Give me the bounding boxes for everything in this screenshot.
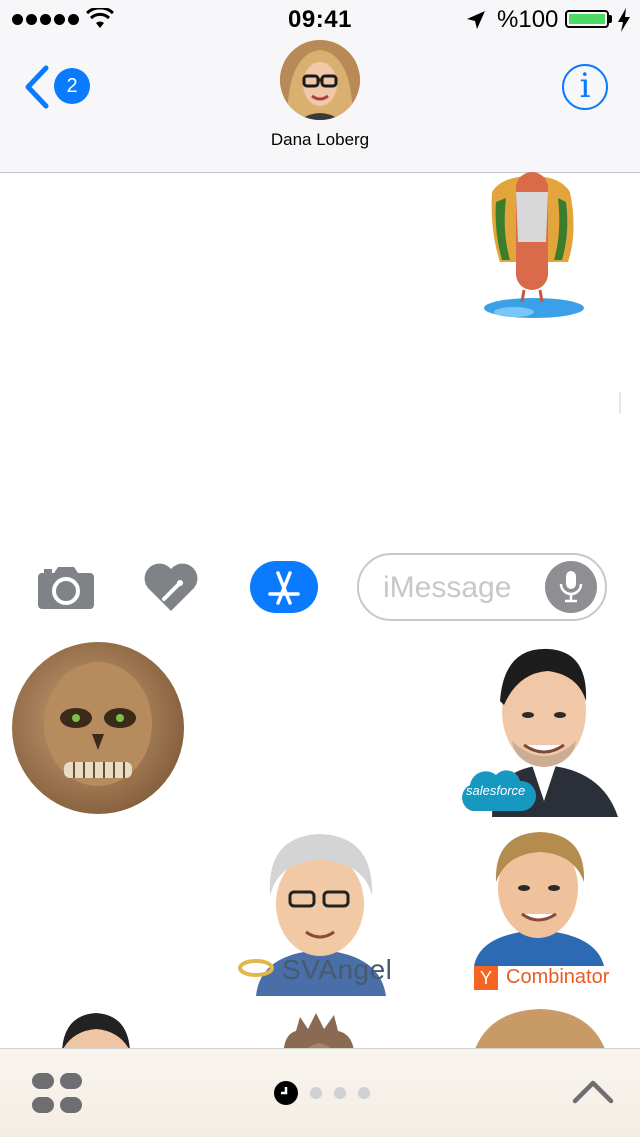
- chevron-up-icon[interactable]: [572, 1077, 614, 1107]
- salesforce-label: salesforce: [466, 783, 526, 798]
- page-dot: [310, 1087, 322, 1099]
- ycombinator-label: Combinator: [506, 966, 610, 988]
- compose-bar: iMessage: [0, 545, 640, 632]
- heart-icon[interactable]: [142, 561, 200, 613]
- sent-sticker-hotdog[interactable]: [470, 172, 590, 322]
- partial-person-image: [62, 1013, 130, 1048]
- message-input[interactable]: iMessage: [357, 553, 607, 621]
- app-store-button[interactable]: [250, 561, 318, 613]
- battery-icon: [565, 10, 609, 28]
- recents-clock-icon: [274, 1081, 298, 1105]
- battery-cap: [609, 15, 612, 23]
- sticker-partial-creature[interactable]: [276, 1011, 362, 1048]
- sticker-ycombinator-person[interactable]: Y Combinator: [466, 826, 612, 996]
- conversation-header: 09:41 %100 2 Dana Loberg i: [0, 0, 640, 173]
- message-placeholder: iMessage: [383, 571, 512, 604]
- battery-fill: [569, 14, 605, 24]
- ycombinator-logo: Y: [474, 966, 498, 990]
- sticker-skull[interactable]: [12, 642, 184, 814]
- charging-bolt-icon: [618, 8, 630, 32]
- app-drawer-bar: [0, 1048, 640, 1137]
- page-indicator[interactable]: [274, 1081, 370, 1105]
- sticker-partial-round[interactable]: [470, 1007, 610, 1048]
- sticker-partial-person[interactable]: [56, 1011, 136, 1048]
- back-button[interactable]: 2: [22, 62, 92, 112]
- page-dot: [358, 1087, 370, 1099]
- unread-count-badge: 2: [54, 68, 90, 104]
- camera-icon[interactable]: [38, 563, 94, 609]
- scroll-indicator: [619, 392, 621, 414]
- microphone-icon: [559, 571, 583, 603]
- sticker-tray: salesforce SVAngel Y Combinator: [0, 631, 640, 1048]
- sticker-svangel-person[interactable]: SVAngel: [236, 826, 396, 996]
- partial-round-image: [475, 1009, 605, 1048]
- hotdog-sticker-image: [484, 172, 584, 318]
- grid-icon[interactable]: [32, 1073, 84, 1115]
- page-dot: [334, 1087, 346, 1099]
- location-arrow-icon: [467, 11, 485, 29]
- partial-creature-image: [283, 1013, 354, 1048]
- svangel-label: SVAngel: [282, 954, 393, 985]
- dictation-button[interactable]: [545, 561, 597, 613]
- app-store-icon: [268, 571, 300, 605]
- info-button[interactable]: i: [562, 64, 608, 110]
- avatar-photo: [280, 40, 360, 120]
- status-bar: 09:41 %100: [0, 0, 640, 40]
- battery-percentage: %100: [497, 6, 559, 33]
- chevron-left-icon: [25, 65, 49, 109]
- contact-name[interactable]: Dana Loberg: [0, 130, 640, 150]
- skull-sticker-image: [44, 662, 152, 786]
- contact-avatar[interactable]: [280, 40, 360, 120]
- info-icon: i: [579, 66, 591, 106]
- sticker-salesforce-person[interactable]: salesforce: [452, 641, 620, 817]
